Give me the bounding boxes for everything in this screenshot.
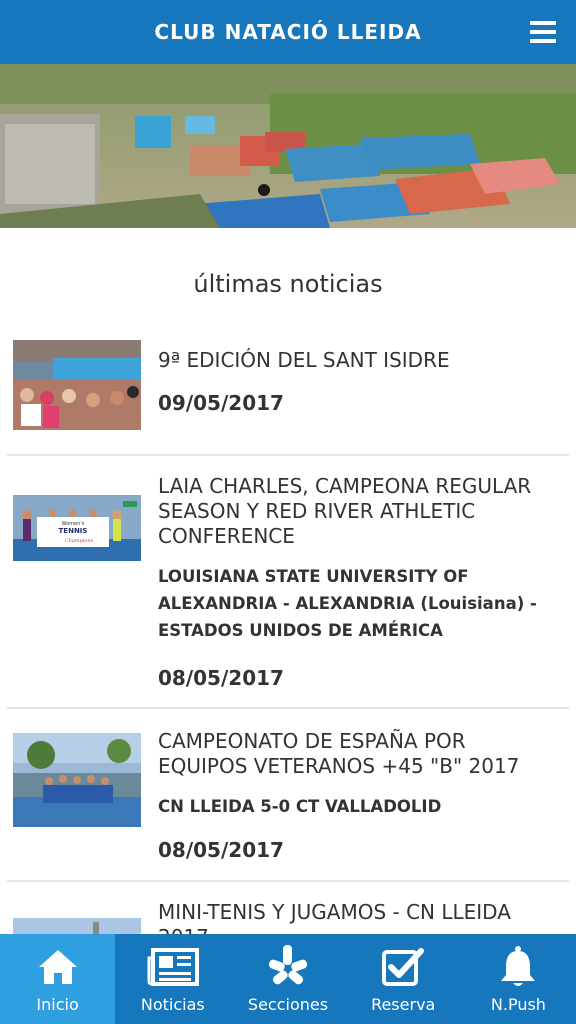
section-title: últimas noticias xyxy=(193,270,383,298)
tab-reserva[interactable]: Reserva xyxy=(346,934,461,1024)
app-title: CLUB NATACIÓ LLEIDA xyxy=(154,20,422,44)
app-header: CLUB NATACIÓ LLEIDA xyxy=(0,0,576,64)
news-date: 08/05/2017 xyxy=(158,838,284,862)
news-item[interactable]: 9ª EDICIÓN DEL SANT ISIDRE 09/05/2017 xyxy=(7,328,569,456)
tab-noticias[interactable]: Noticias xyxy=(115,934,230,1024)
news-date: 09/05/2017 xyxy=(158,391,284,415)
news-thumbnail xyxy=(13,733,141,827)
tab-label: Reserva xyxy=(371,995,436,1014)
yelp-burst-icon xyxy=(267,945,309,989)
news-headline: LAIA CHARLES, CAMPEONA REGULAR SEASON Y … xyxy=(158,474,532,548)
bottom-tab-bar: Inicio Noticias Secciones Reserva N.Push xyxy=(0,934,576,1024)
news-item[interactable]: CAMPEONATO DE ESPAÑA POR EQUIPOS VETERAN… xyxy=(7,709,569,882)
hero-aerial-image[interactable] xyxy=(0,64,576,228)
home-icon xyxy=(37,945,79,989)
banner-text-tennis: TENNIS xyxy=(59,527,88,535)
news-list: 9ª EDICIÓN DEL SANT ISIDRE 09/05/2017 Wo… xyxy=(0,328,576,1002)
news-thumbnail xyxy=(13,340,141,430)
hamburger-menu-icon[interactable] xyxy=(530,21,556,43)
tab-label: Secciones xyxy=(247,995,329,1014)
news-subtitle: LOUISIANA STATE UNIVERSITY OF ALEXANDRIA… xyxy=(158,567,537,640)
tab-label: Noticias xyxy=(140,995,205,1014)
tab-secciones[interactable]: Secciones xyxy=(230,934,345,1024)
newspaper-icon xyxy=(147,945,199,989)
news-subtitle: CN LLEIDA 5-0 CT VALLADOLID xyxy=(158,797,442,816)
banner-text-champions: Champions xyxy=(65,538,94,544)
news-date: 08/05/2017 xyxy=(158,666,284,690)
news-thumbnail: Women's TENNIS Champions xyxy=(13,495,141,561)
news-headline: CAMPEONATO DE ESPAÑA POR EQUIPOS VETERAN… xyxy=(158,729,520,778)
tab-label: Inicio xyxy=(36,995,79,1014)
checkbox-icon xyxy=(381,945,425,989)
tab-npush[interactable]: N.Push xyxy=(461,934,576,1024)
tab-inicio[interactable]: Inicio xyxy=(0,934,116,1024)
news-headline: 9ª EDICIÓN DEL SANT ISIDRE xyxy=(158,348,450,372)
bell-icon xyxy=(498,945,538,989)
tab-label: N.Push xyxy=(490,995,546,1014)
news-item[interactable]: Women's TENNIS Champions LAIA CHARLES, C… xyxy=(7,456,569,709)
